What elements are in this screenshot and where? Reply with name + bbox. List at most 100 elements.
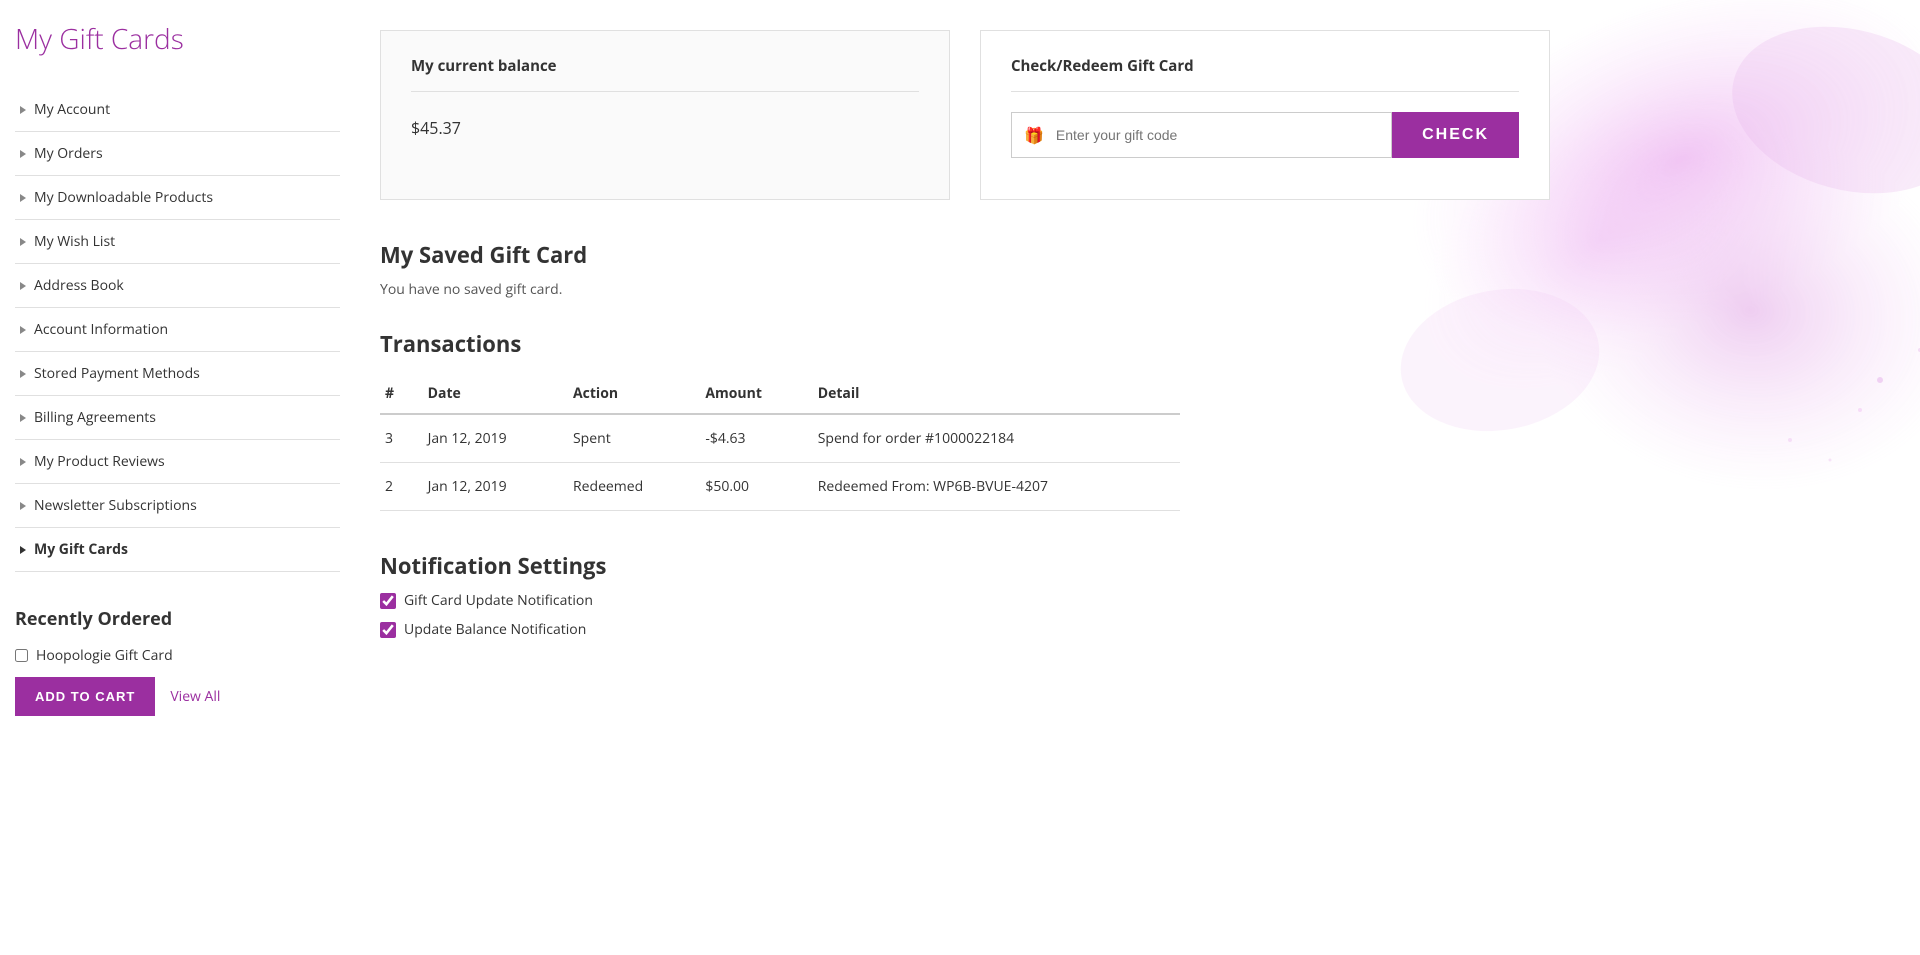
- sidebar-item-billing-agreements[interactable]: Billing Agreements: [15, 396, 340, 440]
- transactions-title: Transactions: [380, 329, 1880, 359]
- sidebar-item-my-gift-cards[interactable]: My Gift Cards: [15, 528, 340, 572]
- sidebar-link-account-information[interactable]: Account Information: [15, 308, 340, 351]
- gift-code-row: 🎁 CHECK: [1011, 112, 1519, 158]
- cell-detail: Spend for order #1000022184: [813, 414, 1180, 463]
- sidebar-link-address-book[interactable]: Address Book: [15, 264, 340, 307]
- notification-item-update-balance: Update Balance Notification: [380, 620, 1880, 639]
- sidebar-item-stored-payment-methods[interactable]: Stored Payment Methods: [15, 352, 340, 396]
- transactions-thead: #DateActionAmountDetail: [380, 374, 1180, 414]
- chevron-icon: [20, 150, 26, 158]
- gift-code-input-wrapper: 🎁: [1011, 112, 1392, 158]
- notification-label-update-balance: Update Balance Notification: [404, 620, 586, 639]
- sidebar-link-my-wish-list[interactable]: My Wish List: [15, 220, 340, 263]
- chevron-icon: [20, 106, 26, 114]
- sidebar-item-label: Stored Payment Methods: [34, 364, 200, 383]
- sidebar-item-label: Newsletter Subscriptions: [34, 496, 197, 515]
- sidebar-link-my-product-reviews[interactable]: My Product Reviews: [15, 440, 340, 483]
- sidebar-item-label: My Gift Cards: [34, 540, 128, 559]
- transactions-section: Transactions #DateActionAmountDetail 3Ja…: [380, 329, 1880, 511]
- notification-label-gift-card-update: Gift Card Update Notification: [404, 591, 593, 610]
- balance-amount: $45.37: [411, 117, 919, 139]
- gift-code-input[interactable]: [1056, 127, 1391, 143]
- sidebar-item-account-information[interactable]: Account Information: [15, 308, 340, 352]
- sidebar-item-label: My Product Reviews: [34, 452, 165, 471]
- cell-num: 2: [380, 463, 423, 511]
- notification-checkbox-update-balance[interactable]: [380, 622, 396, 638]
- chevron-icon: [20, 458, 26, 466]
- saved-gift-card-section: My Saved Gift Card You have no saved gif…: [380, 240, 1880, 299]
- cell-date: Jan 12, 2019: [423, 414, 568, 463]
- sidebar-item-label: My Downloadable Products: [34, 188, 213, 207]
- sidebar-nav: My Account My Orders My Downloadable Produ…: [15, 88, 340, 572]
- cell-action: Redeemed: [568, 463, 700, 511]
- top-panels: My current balance $45.37 Check/Redeem G…: [380, 30, 1880, 200]
- saved-gift-card-message: You have no saved gift card.: [380, 280, 1880, 299]
- balance-panel: My current balance $45.37: [380, 30, 950, 200]
- col-header-amount: Amount: [700, 374, 812, 414]
- table-row: 2Jan 12, 2019Redeemed$50.00Redeemed From…: [380, 463, 1180, 511]
- sidebar-item-label: Billing Agreements: [34, 408, 156, 427]
- sidebar-link-stored-payment-methods[interactable]: Stored Payment Methods: [15, 352, 340, 395]
- chevron-icon: [20, 194, 26, 202]
- sidebar-item-my-downloadable-products[interactable]: My Downloadable Products: [15, 176, 340, 220]
- cell-amount: -$4.63: [700, 414, 812, 463]
- transactions-table: #DateActionAmountDetail 3Jan 12, 2019Spe…: [380, 374, 1180, 511]
- chevron-icon: [20, 546, 26, 554]
- recently-ordered-item: Hoopologie Gift Card: [15, 646, 325, 665]
- sidebar-link-billing-agreements[interactable]: Billing Agreements: [15, 396, 340, 439]
- saved-gift-card-title: My Saved Gift Card: [380, 240, 1880, 270]
- chevron-icon: [20, 282, 26, 290]
- page-title: My Gift Cards: [15, 20, 340, 58]
- cell-date: Jan 12, 2019: [423, 463, 568, 511]
- cell-detail: Redeemed From: WP6B-BVUE-4207: [813, 463, 1180, 511]
- sidebar-item-my-account[interactable]: My Account: [15, 88, 340, 132]
- sidebar-item-my-product-reviews[interactable]: My Product Reviews: [15, 440, 340, 484]
- sidebar: My Gift Cards My Account My Orders My Down…: [0, 0, 340, 955]
- sidebar-link-newsletter-subscriptions[interactable]: Newsletter Subscriptions: [15, 484, 340, 527]
- main-content: My current balance $45.37 Check/Redeem G…: [340, 0, 1920, 955]
- sidebar-item-newsletter-subscriptions[interactable]: Newsletter Subscriptions: [15, 484, 340, 528]
- add-to-cart-button[interactable]: ADD TO CART: [15, 677, 155, 716]
- sidebar-item-my-orders[interactable]: My Orders: [15, 132, 340, 176]
- check-button[interactable]: CHECK: [1392, 112, 1519, 158]
- sidebar-link-my-account[interactable]: My Account: [15, 88, 340, 131]
- recently-ordered-checkbox[interactable]: [15, 649, 28, 662]
- notification-item-gift-card-update: Gift Card Update Notification: [380, 591, 1880, 610]
- sidebar-item-label: Account Information: [34, 320, 168, 339]
- chevron-icon: [20, 238, 26, 246]
- transactions-header-row: #DateActionAmountDetail: [380, 374, 1180, 414]
- chevron-icon: [20, 414, 26, 422]
- transactions-tbody: 3Jan 12, 2019Spent-$4.63Spend for order …: [380, 414, 1180, 511]
- sidebar-link-my-orders[interactable]: My Orders: [15, 132, 340, 175]
- sidebar-item-address-book[interactable]: Address Book: [15, 264, 340, 308]
- view-all-link[interactable]: View All: [170, 687, 220, 706]
- recently-ordered-item-label: Hoopologie Gift Card: [36, 646, 173, 665]
- cell-num: 3: [380, 414, 423, 463]
- chevron-icon: [20, 370, 26, 378]
- notification-settings-section: Notification Settings Gift Card Update N…: [380, 551, 1880, 639]
- sidebar-link-my-downloadable-products[interactable]: My Downloadable Products: [15, 176, 340, 219]
- gift-icon: 🎁: [1012, 124, 1056, 146]
- col-header-date: Date: [423, 374, 568, 414]
- recently-ordered-actions: ADD TO CART View All: [15, 677, 325, 716]
- col-header-action: Action: [568, 374, 700, 414]
- sidebar-item-label: My Wish List: [34, 232, 115, 251]
- chevron-icon: [20, 502, 26, 510]
- notification-checkbox-gift-card-update[interactable]: [380, 593, 396, 609]
- cell-action: Spent: [568, 414, 700, 463]
- col-header-detail: Detail: [813, 374, 1180, 414]
- notification-settings-title: Notification Settings: [380, 551, 1880, 581]
- balance-panel-title: My current balance: [411, 56, 919, 92]
- recently-ordered-title: Recently Ordered: [15, 607, 325, 631]
- sidebar-item-label: My Orders: [34, 144, 103, 163]
- chevron-icon: [20, 326, 26, 334]
- sidebar-item-my-wish-list[interactable]: My Wish List: [15, 220, 340, 264]
- recently-ordered-section: Recently Ordered Hoopologie Gift Card AD…: [15, 607, 340, 716]
- notification-items: Gift Card Update Notification Update Bala…: [380, 591, 1880, 639]
- sidebar-item-label: My Account: [34, 100, 110, 119]
- sidebar-link-my-gift-cards[interactable]: My Gift Cards: [15, 528, 340, 571]
- redeem-panel: Check/Redeem Gift Card 🎁 CHECK: [980, 30, 1550, 200]
- cell-amount: $50.00: [700, 463, 812, 511]
- table-row: 3Jan 12, 2019Spent-$4.63Spend for order …: [380, 414, 1180, 463]
- redeem-panel-title: Check/Redeem Gift Card: [1011, 56, 1519, 92]
